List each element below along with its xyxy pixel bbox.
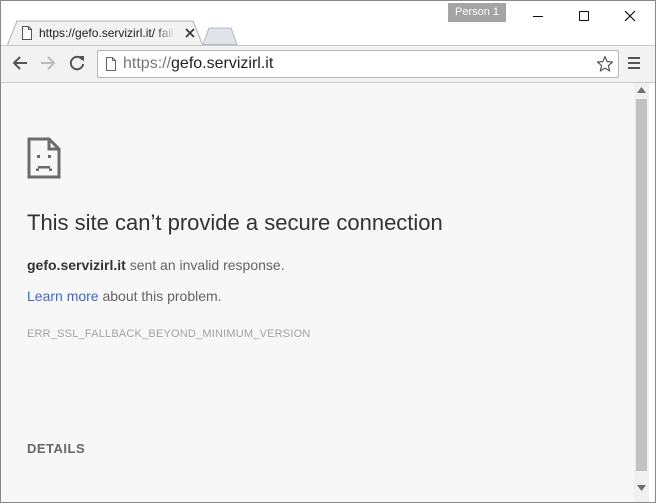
scrollbar-thumb[interactable]	[636, 99, 647, 471]
close-icon[interactable]	[185, 28, 195, 38]
title-bar: Person 1 https://gefo.servizirl.it/ fail	[1, 1, 655, 46]
star-icon[interactable]	[596, 55, 614, 73]
minimize-button[interactable]	[515, 1, 561, 31]
error-code: ERR_SSL_FALLBACK_BEYOND_MINIMUM_VERSION	[27, 328, 311, 340]
profile-button[interactable]: Person 1	[448, 3, 506, 22]
learn-more-suffix: about this problem.	[98, 288, 222, 304]
hamburger-menu-icon[interactable]	[627, 56, 641, 70]
tab-active[interactable]: https://gefo.servizirl.it/ failed to loa…	[7, 20, 203, 46]
browser-window: Person 1 https://gefo.servizirl.it/ fail…	[0, 0, 656, 503]
error-heading: This site can’t provide a secure connect…	[27, 210, 443, 235]
sad-page-icon	[27, 137, 61, 179]
learn-more-link[interactable]: Learn more	[27, 288, 99, 304]
close-icon	[624, 10, 636, 22]
url-scheme: https://	[123, 55, 172, 72]
vertical-scrollbar[interactable]	[634, 83, 649, 502]
scroll-down-icon[interactable]	[637, 485, 646, 491]
details-button[interactable]: DETAILS	[27, 441, 85, 457]
address-bar[interactable]: https://gefo.servizirl.it	[97, 50, 619, 78]
error-summary: gefo.servizirl.it sent an invalid respon…	[27, 256, 285, 274]
forward-arrow-icon[interactable]	[39, 54, 57, 72]
error-summary-text: sent an invalid response.	[125, 257, 285, 273]
new-tab-button[interactable]	[201, 27, 239, 45]
maximize-icon	[579, 11, 589, 21]
toolbar: https://gefo.servizirl.it	[1, 45, 655, 83]
url-host: gefo.servizirl.it	[171, 55, 274, 72]
page-icon	[22, 26, 32, 40]
reload-icon[interactable]	[68, 54, 86, 72]
page-icon	[106, 57, 116, 71]
back-arrow-icon[interactable]	[11, 54, 29, 72]
minimize-icon	[533, 16, 543, 17]
maximize-button[interactable]	[561, 1, 607, 31]
scroll-up-icon[interactable]	[637, 87, 646, 93]
learn-more-line: Learn more about this problem.	[27, 287, 222, 305]
error-page: This site can’t provide a secure connect…	[1, 83, 634, 502]
address-bar-url: https://gefo.servizirl.it	[123, 55, 273, 73]
tab-title: https://gefo.servizirl.it/ failed to loa…	[39, 26, 175, 40]
window-close-button[interactable]	[607, 1, 653, 31]
error-host: gefo.servizirl.it	[27, 257, 126, 273]
